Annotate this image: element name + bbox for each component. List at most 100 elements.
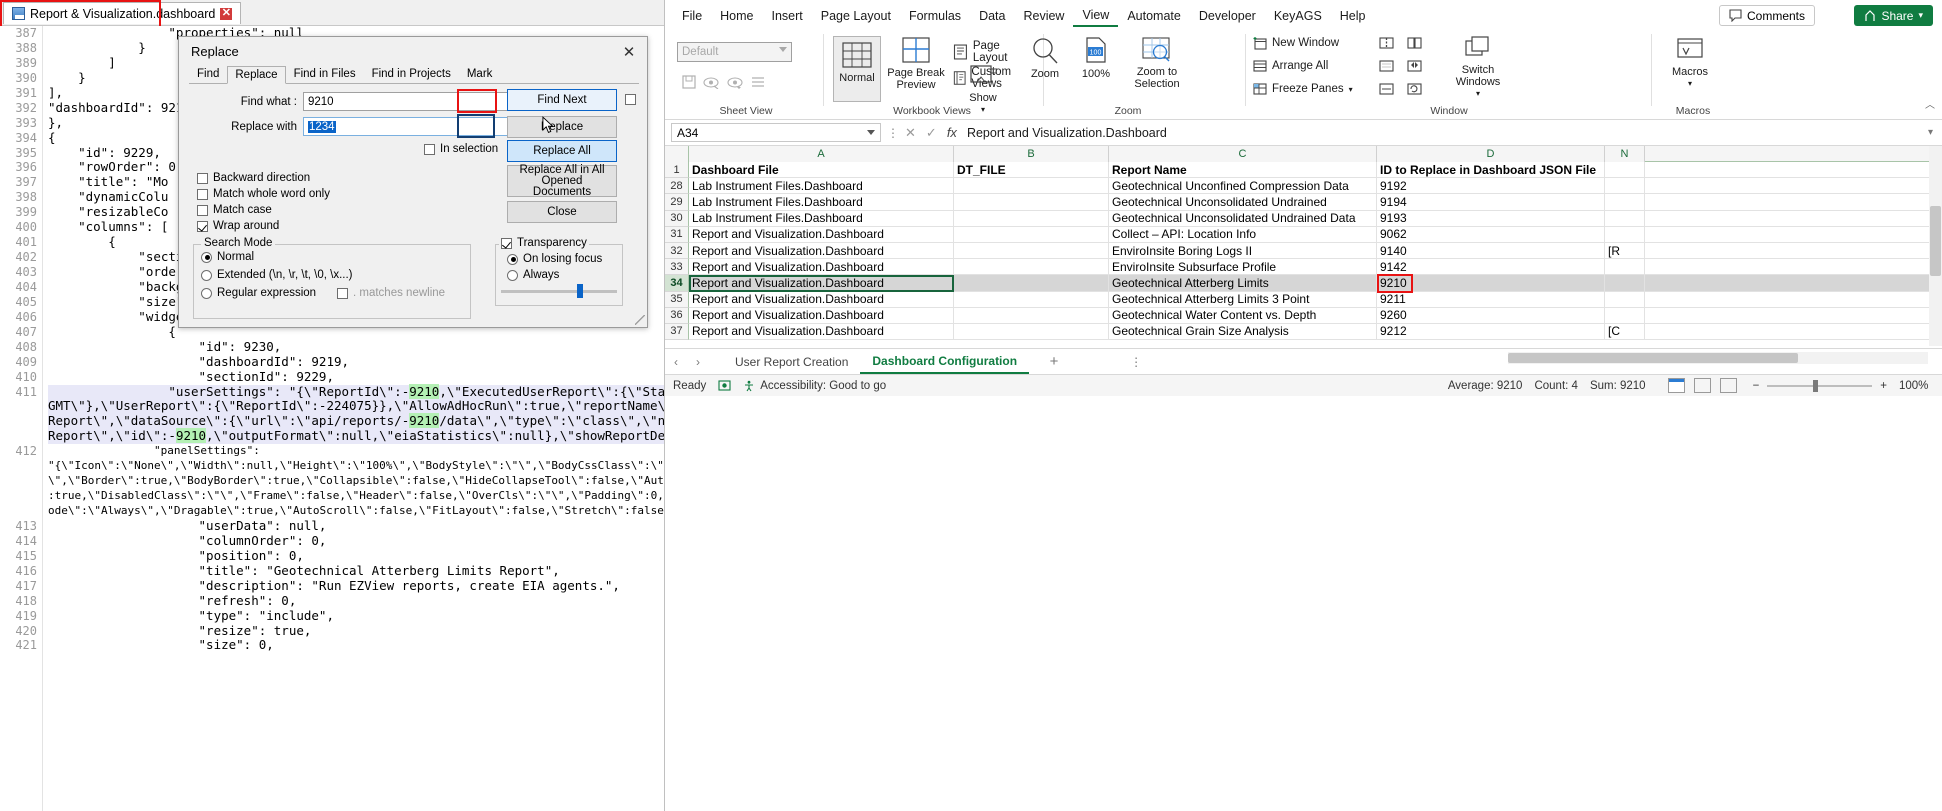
- reset-window-position-button[interactable]: [1407, 82, 1422, 96]
- cell-C32[interactable]: EnviroInsite Boring Logs II: [1109, 243, 1377, 258]
- close-icon[interactable]: ✕: [617, 41, 641, 63]
- cancel-icon[interactable]: ✕: [905, 125, 916, 141]
- hide-view-icon[interactable]: [703, 76, 720, 89]
- grid-rows[interactable]: Dashboard FileDT_FILEReport NameID to Re…: [689, 162, 1942, 340]
- chevron-down-icon[interactable]: ▾: [1349, 85, 1353, 94]
- tab-find[interactable]: Find: [189, 65, 227, 83]
- search-mode-normal-radio[interactable]: [201, 252, 212, 263]
- cell-N30[interactable]: [1605, 211, 1645, 226]
- switch-windows-button[interactable]: Switch Windows ▾: [1447, 36, 1509, 100]
- macros-button[interactable]: Macros ▾: [1661, 36, 1719, 90]
- cell-N1[interactable]: [1605, 162, 1645, 177]
- comments-button[interactable]: Comments: [1719, 5, 1815, 26]
- matches-newline-row[interactable]: . matches newline: [337, 287, 445, 299]
- insert-function-icon[interactable]: fx: [947, 125, 957, 140]
- cell-N32[interactable]: [R: [1605, 243, 1645, 258]
- cell-B37[interactable]: [954, 324, 1109, 339]
- sheet-view-dropdown[interactable]: Default: [677, 42, 792, 62]
- ribbon-tab-data[interactable]: Data: [970, 6, 1014, 26]
- hide-button[interactable]: [1379, 59, 1394, 73]
- cell-D32[interactable]: 9140: [1377, 243, 1605, 258]
- backward-direction-checkbox[interactable]: [197, 173, 208, 184]
- cell-N37[interactable]: [C: [1605, 324, 1645, 339]
- cell-B30[interactable]: [954, 211, 1109, 226]
- table-row[interactable]: Report and Visualization.DashboardGeotec…: [689, 275, 1942, 291]
- close-icon[interactable]: ✕: [220, 8, 232, 20]
- find-next-extra-checkbox[interactable]: [625, 94, 636, 105]
- cell-C30[interactable]: Geotechnical Unconsolidated Undrained Da…: [1109, 211, 1377, 226]
- zoom-100-button[interactable]: 100 100%: [1073, 36, 1119, 80]
- page-break-preview-button[interactable]: Page Break Preview: [885, 36, 947, 91]
- chevron-down-icon[interactable]: ▾: [1928, 127, 1933, 138]
- zoom-button[interactable]: Zoom: [1019, 36, 1071, 80]
- cell-B31[interactable]: [954, 227, 1109, 242]
- transparency-slider-thumb[interactable]: [577, 284, 583, 298]
- cell-D33[interactable]: 9142: [1377, 259, 1605, 274]
- chevron-down-icon[interactable]: [779, 47, 787, 52]
- cell-A33[interactable]: Report and Visualization.Dashboard: [689, 259, 954, 274]
- cell-D37[interactable]: 9212: [1377, 324, 1605, 339]
- synchronous-scrolling-button[interactable]: [1407, 59, 1422, 73]
- cell-D36[interactable]: 9260: [1377, 308, 1605, 323]
- horizontal-scroll-thumb[interactable]: [1508, 353, 1798, 363]
- row-header-28[interactable]: 28: [665, 178, 689, 194]
- cell-C1[interactable]: Report Name: [1109, 162, 1377, 177]
- cell-A31[interactable]: Report and Visualization.Dashboard: [689, 227, 954, 242]
- split-button[interactable]: [1379, 36, 1394, 50]
- column-header-D[interactable]: D: [1377, 146, 1605, 162]
- zoom-out-button[interactable]: −: [1753, 380, 1760, 392]
- table-row[interactable]: Report and Visualization.DashboardEnviro…: [689, 259, 1942, 275]
- sheet-tab-user-report-creation[interactable]: User Report Creation: [723, 350, 860, 374]
- chevron-down-icon[interactable]: ▾: [1476, 88, 1480, 100]
- cell-A36[interactable]: Report and Visualization.Dashboard: [689, 308, 954, 323]
- accessibility-status[interactable]: Accessibility: Good to go: [743, 380, 886, 392]
- chevron-right-icon[interactable]: ›: [687, 351, 709, 373]
- ribbon-tab-formulas[interactable]: Formulas: [900, 6, 970, 26]
- cell-B28[interactable]: [954, 178, 1109, 193]
- zoom-slider-thumb[interactable]: [1813, 380, 1818, 392]
- share-button[interactable]: Share ▾: [1854, 5, 1933, 26]
- cell-C31[interactable]: Collect – API: Location Info: [1109, 227, 1377, 242]
- close-button[interactable]: Close: [507, 201, 617, 223]
- freeze-panes-button[interactable]: Freeze Panes ▾: [1253, 82, 1353, 96]
- cell-N31[interactable]: [1605, 227, 1645, 242]
- cell-A1[interactable]: Dashboard File: [689, 162, 954, 177]
- ribbon-tab-home[interactable]: Home: [711, 6, 762, 26]
- transparency-losing-focus-radio[interactable]: [507, 254, 518, 265]
- horizontal-scrollbar[interactable]: [1508, 352, 1928, 364]
- cell-N35[interactable]: [1605, 292, 1645, 307]
- wrap-around-row[interactable]: Wrap around: [197, 220, 279, 232]
- row-header-30[interactable]: 30: [665, 211, 689, 227]
- table-row[interactable]: Lab Instrument Files.DashboardGeotechnic…: [689, 178, 1942, 194]
- select-all-corner[interactable]: [665, 146, 689, 162]
- transparency-slider-track[interactable]: [501, 290, 617, 293]
- more-icon[interactable]: ⋮: [1125, 351, 1147, 373]
- find-next-button[interactable]: Find Next: [507, 89, 617, 111]
- cell-A37[interactable]: Report and Visualization.Dashboard: [689, 324, 954, 339]
- editor-tab-report-visualization[interactable]: Report & Visualization.dashboard ✕: [3, 2, 241, 24]
- more-icon[interactable]: ⋮: [887, 126, 899, 140]
- column-header-C[interactable]: C: [1109, 146, 1377, 162]
- cell-N29[interactable]: [1605, 194, 1645, 209]
- ribbon-tab-view[interactable]: View: [1073, 5, 1118, 27]
- search-mode-regex-row[interactable]: Regular expression: [201, 287, 316, 299]
- search-mode-regex-radio[interactable]: [201, 288, 212, 299]
- view-side-by-side-button[interactable]: [1407, 36, 1422, 50]
- table-row[interactable]: Report and Visualization.Dashboard Geotec…: [689, 308, 1942, 324]
- arrange-all-button[interactable]: Arrange All: [1253, 59, 1328, 73]
- chevron-down-icon[interactable]: ▾: [1688, 78, 1692, 90]
- ribbon-tab-automate[interactable]: Automate: [1118, 6, 1190, 26]
- cell-A29[interactable]: Lab Instrument Files.Dashboard: [689, 194, 954, 209]
- column-header-N[interactable]: N: [1605, 146, 1645, 162]
- cell-B1[interactable]: DT_FILE: [954, 162, 1109, 177]
- cell-N28[interactable]: [1605, 178, 1645, 193]
- cell-A34[interactable]: Report and Visualization.Dashboard: [689, 275, 954, 290]
- row-header-36[interactable]: 36: [665, 308, 689, 324]
- transparency-always-radio[interactable]: [507, 270, 518, 281]
- table-row[interactable]: Dashboard FileDT_FILEReport NameID to Re…: [689, 162, 1942, 178]
- transparency-always-row[interactable]: Always: [507, 269, 559, 281]
- cell-N33[interactable]: [1605, 259, 1645, 274]
- ribbon-tab-insert[interactable]: Insert: [763, 6, 812, 26]
- transparency-on-losing-focus-row[interactable]: On losing focus: [507, 253, 602, 265]
- cell-C36[interactable]: Geotechnical Water Content vs. Depth: [1109, 308, 1377, 323]
